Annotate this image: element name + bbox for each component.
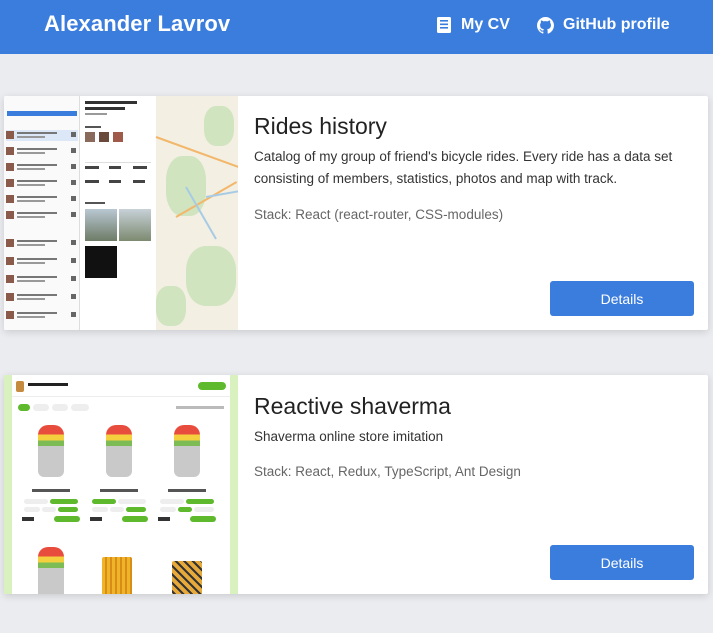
rides-history-preview (4, 96, 238, 330)
details-button[interactable]: Details (550, 281, 694, 316)
reactive-shaverma-screenshot[interactable] (4, 375, 238, 594)
document-icon (437, 17, 451, 33)
github-icon (537, 16, 554, 34)
top-header: Alexander Lavrov My CV GitHub profile (0, 0, 713, 54)
brand-name[interactable]: Alexander Lavrov (44, 11, 230, 37)
project-card-reactive-shaverma: Reactive shaverma Shaverma online store … (4, 375, 708, 594)
project-description: Shaverma online store imitation (254, 429, 444, 444)
project-stack: Stack: React, Redux, TypeScript, Ant Des… (254, 464, 521, 479)
project-title: Rides history (254, 113, 387, 139)
rides-history-screenshot[interactable] (4, 96, 238, 330)
project-card-rides-history: Rides history Catalog of my group of fri… (4, 96, 708, 330)
details-button[interactable]: Details (550, 545, 694, 580)
nav-github-profile[interactable]: GitHub profile (537, 16, 670, 34)
nav-my-cv[interactable]: My CV (436, 16, 510, 34)
project-card-body: Reactive shaverma Shaverma online store … (254, 375, 694, 594)
project-title: Reactive shaverma (254, 393, 451, 419)
project-stack: Stack: React (react-router, CSS-modules) (254, 207, 504, 222)
nav-github-label: GitHub profile (563, 16, 670, 33)
nav-my-cv-label: My CV (461, 16, 510, 33)
project-description: Catalog of my group of friend's bicycle … (254, 149, 673, 186)
reactive-shaverma-preview (4, 375, 238, 594)
project-card-body: Rides history Catalog of my group of fri… (254, 96, 694, 330)
